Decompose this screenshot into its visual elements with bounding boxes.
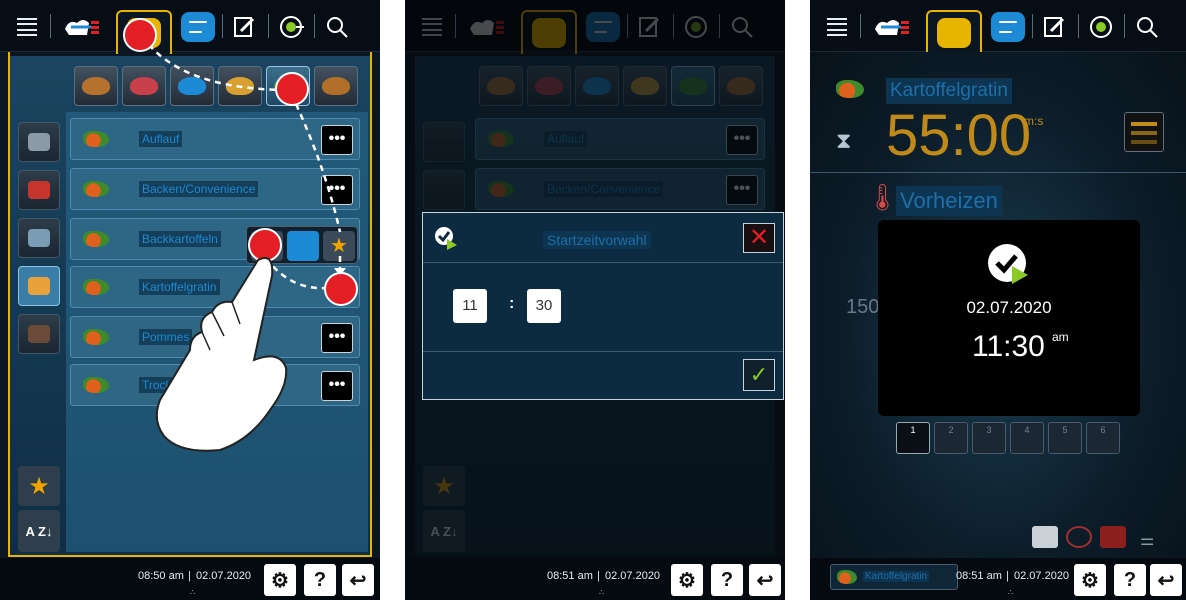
timer-icon[interactable] bbox=[1066, 526, 1092, 548]
vegetables-icon bbox=[837, 570, 857, 584]
settings-icon: ⚙ bbox=[271, 569, 289, 592]
temperature-value: 150 bbox=[846, 296, 880, 318]
recipe-title: Kartoffelgratin bbox=[886, 78, 1012, 104]
active-recipe-label: Kartoffelgratin bbox=[863, 571, 930, 582]
clock-date: 02.07.2020 bbox=[1014, 570, 1070, 582]
tray-icon[interactable] bbox=[1032, 526, 1058, 548]
start-time-dialog: Startzeitvorwahl ✕ 11 : 30 ✓ bbox=[422, 212, 784, 400]
divider bbox=[423, 351, 783, 352]
settings-icon: ⚙ bbox=[678, 569, 696, 592]
back-button[interactable]: ↩ bbox=[749, 564, 781, 596]
clock-check-icon bbox=[988, 244, 1028, 284]
top-navigation bbox=[810, 0, 1186, 54]
dialog-title: Startzeitvorwahl bbox=[543, 231, 651, 249]
step-number: 5 bbox=[1062, 425, 1068, 435]
separator: | bbox=[597, 570, 600, 582]
step-6[interactable]: 6 bbox=[1086, 422, 1120, 454]
separator bbox=[1124, 14, 1125, 38]
touch-point bbox=[123, 18, 157, 52]
step-5[interactable]: 5 bbox=[1048, 422, 1082, 454]
close-button[interactable]: ✕ bbox=[743, 223, 775, 253]
start-time-overlay: 02.07.2020 11:30 am bbox=[878, 220, 1140, 416]
settings-button[interactable]: ⚙ bbox=[264, 564, 296, 596]
start-date: 02.07.2020 bbox=[966, 298, 1052, 317]
steps-overview-button[interactable] bbox=[1124, 112, 1164, 152]
step-number: 6 bbox=[1100, 425, 1106, 435]
start-time-meridiem: am bbox=[1052, 330, 1069, 344]
sliders-icon[interactable]: ⚌ bbox=[1140, 530, 1154, 550]
divider bbox=[810, 172, 1186, 173]
network-icon: ∴ bbox=[599, 588, 605, 597]
back-button[interactable]: ↩ bbox=[342, 564, 374, 596]
clock-check-icon bbox=[435, 227, 457, 250]
star-icon: ★ bbox=[28, 472, 50, 500]
back-icon: ↩ bbox=[756, 569, 774, 592]
step-2[interactable]: 2 bbox=[934, 422, 968, 454]
clock-time: 08:50 am bbox=[138, 570, 184, 582]
step-1[interactable]: 1 bbox=[896, 422, 930, 454]
step-number: 3 bbox=[986, 425, 992, 435]
step-number: 1 bbox=[910, 425, 916, 435]
search-icon[interactable] bbox=[1132, 8, 1162, 46]
help-button[interactable]: ? bbox=[711, 564, 743, 596]
step-number: 4 bbox=[1024, 425, 1030, 435]
door-icon[interactable] bbox=[1100, 526, 1126, 548]
settings-button[interactable]: ⚙ bbox=[671, 564, 703, 596]
programs-icon[interactable] bbox=[988, 8, 1028, 46]
cooking-modes-icon[interactable] bbox=[870, 8, 914, 46]
help-icon: ? bbox=[720, 568, 734, 591]
help-icon: ? bbox=[1123, 568, 1137, 591]
touch-point bbox=[324, 272, 358, 306]
screen-recipe-list: Auflauf ••• Backen/Convenience ••• Backkar… bbox=[0, 0, 380, 600]
separator: | bbox=[188, 570, 191, 582]
separator: | bbox=[1006, 570, 1009, 582]
hours-field[interactable]: 11 bbox=[453, 289, 487, 323]
back-icon: ↩ bbox=[1157, 569, 1175, 592]
menu-icon[interactable] bbox=[824, 8, 850, 46]
separator bbox=[1078, 14, 1079, 38]
chef-hat-icon bbox=[937, 18, 971, 48]
clock-time: 08:51 am bbox=[547, 570, 593, 582]
timer-display: 55:00 bbox=[886, 103, 1032, 168]
clock-date: 02.07.2020 bbox=[196, 570, 252, 582]
help-button[interactable]: ? bbox=[304, 564, 336, 596]
minutes-field[interactable]: 30 bbox=[527, 289, 561, 323]
settings-button[interactable]: ⚙ bbox=[1074, 564, 1106, 596]
separator bbox=[1032, 14, 1033, 38]
screen-cooking-start-time: Kartoffelgratin ⧗ 55:00 m:s 🌡 Vorheizen … bbox=[810, 0, 1186, 600]
settings-icon: ⚙ bbox=[1081, 569, 1099, 592]
favorites-button[interactable]: ★ bbox=[18, 466, 60, 506]
hourglass-icon: ⧗ bbox=[836, 128, 852, 153]
start-time: 11:30 bbox=[972, 330, 1045, 363]
step-4[interactable]: 4 bbox=[1010, 422, 1044, 454]
clock-date: 02.07.2020 bbox=[605, 570, 661, 582]
icarecycle-icon[interactable] bbox=[1086, 8, 1116, 46]
help-icon: ? bbox=[313, 568, 327, 591]
status-footer: 08:50 am | 02.07.2020 ∴ ⚙ ? ↩ bbox=[0, 558, 380, 600]
back-icon: ↩ bbox=[349, 569, 367, 592]
network-icon: ∴ bbox=[1008, 588, 1014, 597]
dialog-header: Startzeitvorwahl ✕ bbox=[423, 213, 783, 263]
clock-time: 08:51 am bbox=[956, 570, 1002, 582]
tab-recipes[interactable] bbox=[926, 10, 982, 54]
status-footer: Kartoffelgratin 08:51 am | 02.07.2020 ∴ … bbox=[810, 558, 1186, 600]
touch-point bbox=[275, 72, 309, 106]
step-3[interactable]: 3 bbox=[972, 422, 1006, 454]
timer-unit: m:s bbox=[1024, 114, 1044, 128]
help-button[interactable]: ? bbox=[1114, 564, 1146, 596]
network-icon: ∴ bbox=[190, 588, 196, 597]
confirm-button[interactable]: ✓ bbox=[743, 359, 775, 391]
separator bbox=[860, 14, 861, 38]
edit-icon[interactable] bbox=[1040, 8, 1070, 46]
hand-pointer-icon bbox=[155, 257, 288, 452]
vegetables-icon bbox=[836, 80, 864, 98]
phase-label: Vorheizen bbox=[896, 186, 1002, 216]
back-button[interactable]: ↩ bbox=[1150, 564, 1182, 596]
active-recipe-chip[interactable]: Kartoffelgratin bbox=[830, 564, 958, 590]
sort-az-button[interactable]: A Z↓ bbox=[18, 510, 60, 552]
thermometer-icon: 🌡 bbox=[866, 182, 900, 212]
time-separator: : bbox=[509, 295, 515, 312]
step-number: 2 bbox=[948, 425, 954, 435]
status-footer: 08:51 am | 02.07.2020 ∴ ⚙ ? ↩ bbox=[405, 558, 785, 600]
